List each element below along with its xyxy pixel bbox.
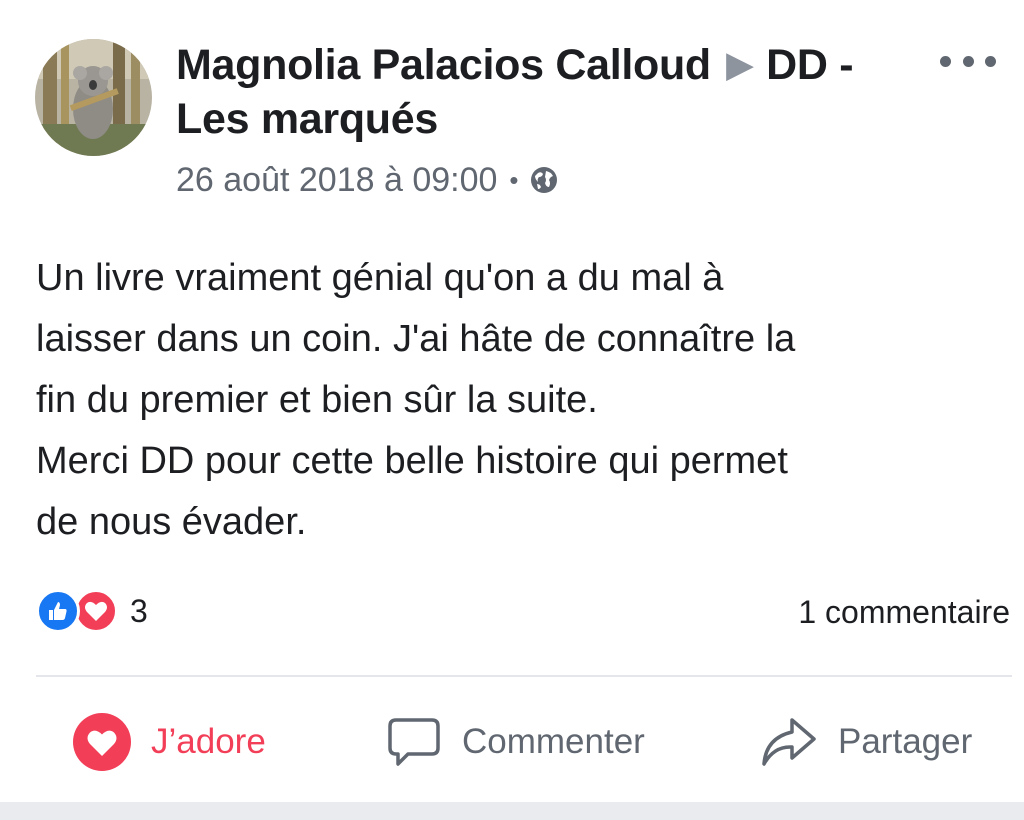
reaction-count: 3 [130, 592, 148, 629]
avatar[interactable] [35, 39, 152, 156]
share-button-label: Partager [838, 722, 973, 761]
love-button-label: J’adore [151, 722, 266, 761]
comment-icon [388, 718, 440, 766]
post-header-title: Magnolia Palacios Calloud ▶ DD - Les mar… [176, 38, 906, 146]
post-meta: 26 août 2018 à 09:00 • [176, 158, 559, 202]
more-dot [962, 55, 974, 67]
comment-button[interactable]: Commenter [386, 712, 645, 772]
avatar-koala-photo [35, 39, 152, 156]
actions-divider [36, 675, 1012, 677]
share-button[interactable]: Partager [760, 712, 972, 772]
post-card: Magnolia Palacios Calloud ▶ DD - Les mar… [0, 0, 1024, 802]
comment-button-label: Commenter [462, 722, 645, 761]
post-text: Un livre vraiment génial qu'on a du mal … [36, 257, 796, 543]
love-button[interactable]: J’adore [73, 712, 266, 772]
post-timestamp[interactable]: 26 août 2018 à 09:00 [176, 158, 497, 202]
comments-count-link[interactable]: 1 commentaire [798, 590, 1010, 634]
like-icon [36, 589, 80, 633]
shared-to-arrow-icon: ▶ [726, 46, 753, 84]
feed-separator-strip [0, 802, 1024, 820]
more-dot [940, 55, 951, 67]
globe-icon [530, 167, 557, 193]
more-options-button[interactable] [940, 46, 996, 76]
love-icon [74, 589, 118, 633]
share-arrow-icon [762, 718, 816, 766]
love-icon [73, 713, 131, 771]
author-name[interactable]: Magnolia Palacios Calloud [176, 41, 711, 89]
reactions-summary[interactable]: 3 [36, 588, 148, 634]
meta-separator: • [509, 165, 519, 195]
more-dot [985, 55, 996, 67]
